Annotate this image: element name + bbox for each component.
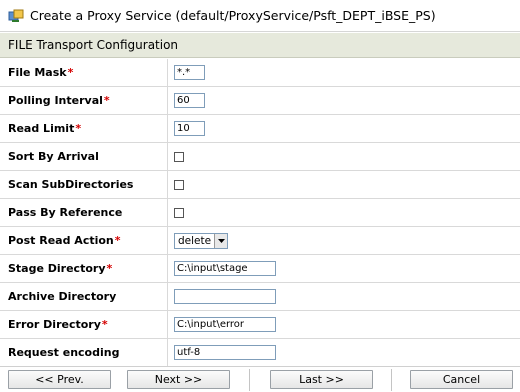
post-read-action-label: Post Read Action * <box>0 227 168 254</box>
file-mask-label: File Mask * <box>0 59 168 86</box>
required-marker: * <box>103 94 110 107</box>
sort-by-arrival-label: Sort By Arrival <box>0 143 168 170</box>
post-read-action-select[interactable]: delete <box>174 232 228 249</box>
prev-button[interactable]: << Prev. <box>8 370 111 389</box>
scan-subdirectories-checkbox[interactable] <box>174 179 184 190</box>
form-row-polling-interval: Polling Interval * 60 <box>0 87 520 115</box>
required-marker: * <box>101 318 108 331</box>
required-marker: * <box>67 66 74 79</box>
scan-subdirectories-label: Scan SubDirectories <box>0 171 168 198</box>
post-read-action-value: delete <box>178 234 212 247</box>
required-marker: * <box>114 234 121 247</box>
form-row-post-read-action: Post Read Action * delete <box>0 227 520 255</box>
required-marker: * <box>75 122 82 135</box>
section-header: FILE Transport Configuration <box>0 33 520 58</box>
read-limit-label: Read Limit * <box>0 115 168 142</box>
transport-config-form: File Mask * *.* Polling Interval * 60 Read… <box>0 59 520 367</box>
form-row-pass-by-reference: Pass By Reference <box>0 199 520 227</box>
form-row-error-directory: Error Directory * C:\input\error <box>0 311 520 339</box>
form-row-file-mask: File Mask * *.* <box>0 59 520 87</box>
request-encoding-label: Request encoding <box>0 339 168 366</box>
error-directory-input[interactable]: C:\input\error <box>174 317 276 332</box>
form-row-scan-subdirectories: Scan SubDirectories <box>0 171 520 199</box>
pass-by-reference-label: Pass By Reference <box>0 199 168 226</box>
read-limit-input[interactable]: 10 <box>174 121 205 136</box>
sort-by-arrival-checkbox[interactable] <box>174 151 184 162</box>
proxy-service-icon <box>8 9 24 23</box>
stage-directory-input[interactable]: C:\input\stage <box>174 261 276 276</box>
archive-directory-input[interactable] <box>174 289 276 304</box>
form-row-archive-directory: Archive Directory <box>0 283 520 311</box>
form-row-stage-directory: Stage Directory * C:\input\stage <box>0 255 520 283</box>
file-mask-input[interactable]: *.* <box>174 65 205 80</box>
polling-interval-label: Polling Interval * <box>0 87 168 114</box>
polling-interval-input[interactable]: 60 <box>174 93 205 108</box>
chevron-down-icon[interactable] <box>214 233 227 248</box>
window-title: Create a Proxy Service (default/ProxySer… <box>30 8 436 23</box>
button-separator <box>391 369 392 391</box>
archive-directory-label: Archive Directory <box>0 283 168 310</box>
request-encoding-input[interactable]: utf-8 <box>174 345 276 360</box>
form-row-request-encoding: Request encoding utf-8 <box>0 339 520 367</box>
form-row-read-limit: Read Limit * 10 <box>0 115 520 143</box>
title-bar: Create a Proxy Service (default/ProxySer… <box>0 0 520 32</box>
next-button[interactable]: Next >> <box>127 370 230 389</box>
error-directory-label: Error Directory * <box>0 311 168 338</box>
stage-directory-label: Stage Directory * <box>0 255 168 282</box>
last-button[interactable]: Last >> <box>270 370 373 389</box>
required-marker: * <box>106 262 113 275</box>
pass-by-reference-checkbox[interactable] <box>174 207 184 218</box>
cancel-button[interactable]: Cancel <box>410 370 513 389</box>
button-separator <box>249 369 250 391</box>
button-bar: << Prev. Next >> Last >> Cancel <box>0 366 520 392</box>
section-title: FILE Transport Configuration <box>8 38 179 52</box>
form-row-sort-by-arrival: Sort By Arrival <box>0 143 520 171</box>
